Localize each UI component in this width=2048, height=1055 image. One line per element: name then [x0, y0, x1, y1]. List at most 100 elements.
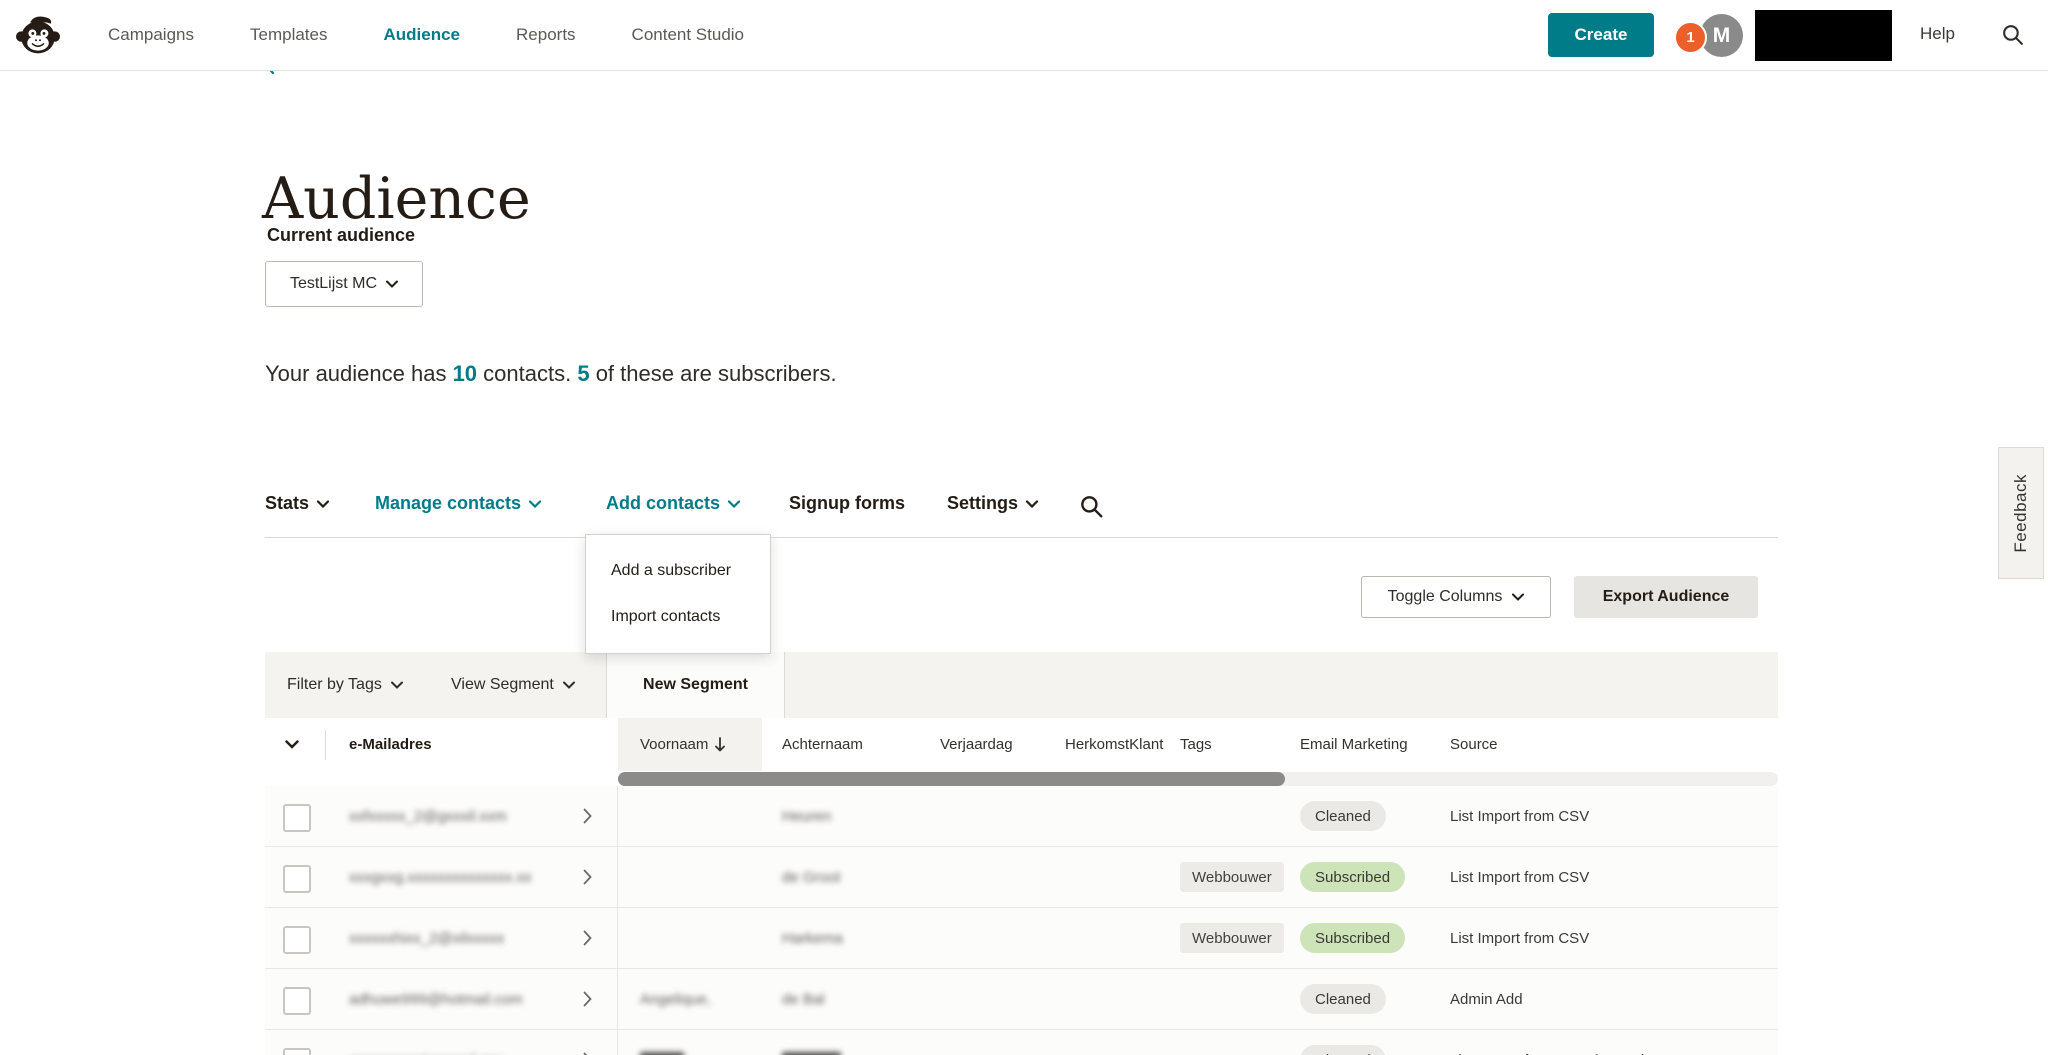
table-row: xxxxxxhixx_2@xilxxxxx Harkema Webbouwer …	[265, 908, 1778, 969]
feedback-label: Feedback	[2011, 473, 2030, 553]
chevron-down-icon	[728, 499, 741, 508]
table-row: xxxgxxg.xxxxxxxxxxxxxx.xx de Groot Webbo…	[265, 847, 1778, 908]
email-cell-redacted[interactable]: xxxxxxhixx_2@xilxxxxx	[349, 908, 504, 968]
redacted-account-name	[1755, 10, 1892, 61]
tab-stats[interactable]: Stats	[265, 493, 330, 514]
nav-item-templates[interactable]: Templates	[250, 25, 327, 45]
achternaam-cell-redacted: Harkema	[782, 929, 843, 947]
status-badge: Cleaned	[1300, 984, 1386, 1014]
chevron-right-icon[interactable]	[583, 969, 592, 1029]
chevron-down-icon	[1512, 593, 1525, 601]
help-link[interactable]: Help	[1920, 24, 1955, 44]
filter-by-tags-dropdown[interactable]: Filter by Tags	[287, 652, 403, 718]
tag-chip: Webbouwer	[1180, 862, 1284, 892]
row-checkbox[interactable]	[283, 987, 311, 1015]
status-badge: Subscribed	[1300, 923, 1406, 953]
summary-text: Your audience has	[265, 361, 453, 386]
toggle-columns-label: Toggle Columns	[1387, 588, 1503, 605]
column-header-achternaam[interactable]: Achternaam	[782, 718, 863, 771]
tab-add-contacts-label: Add contacts	[606, 493, 721, 513]
summary-text: contacts.	[477, 361, 578, 386]
tab-add-contacts[interactable]: Add contacts	[606, 493, 741, 514]
search-icon[interactable]	[2000, 22, 2025, 47]
nav-item-content-studio[interactable]: Content Studio	[632, 25, 744, 45]
tab-stats-label: Stats	[265, 493, 310, 513]
column-header-tags[interactable]: Tags	[1180, 718, 1212, 771]
email-marketing-cell: Cleaned	[1300, 786, 1386, 846]
audience-selector-dropdown[interactable]: TestLijst MC	[265, 261, 423, 307]
nav-item-campaigns[interactable]: Campaigns	[108, 25, 194, 45]
row-checkbox[interactable]	[283, 926, 311, 954]
contacts-table-body: xxfxxxxx_2@gxxxil.xxm Heuren Cleaned Lis…	[265, 786, 1778, 1055]
add-contacts-dropdown-menu: Add a subscriber Import contacts	[585, 534, 771, 654]
source-cell: List Import from CSV	[1450, 929, 1590, 947]
achternaam-cell-redacted: Heuren	[782, 807, 832, 825]
chevron-right-icon[interactable]	[583, 847, 592, 907]
horizontal-scrollbar-track[interactable]	[618, 772, 1778, 786]
toggle-columns-button[interactable]: Toggle Columns	[1361, 576, 1551, 618]
achternaam-cell-redacted: de Groot	[782, 868, 841, 886]
row-checkbox[interactable]	[283, 1048, 311, 1055]
subscribers-count: 5	[577, 361, 590, 386]
contacts-count: 10	[452, 361, 478, 386]
sort-descending-icon	[715, 737, 726, 752]
email-marketing-cell: Subscribed	[1300, 908, 1406, 968]
source-cell: List Import from CSV	[1450, 868, 1590, 886]
row-checkbox[interactable]	[283, 865, 311, 893]
table-search-icon[interactable]	[1078, 493, 1104, 519]
top-nav: Campaigns Templates Audience Reports Con…	[0, 0, 2048, 71]
achternaam-cell-redacted: xxxxxxx	[782, 1030, 841, 1055]
tab-settings-label: Settings	[947, 493, 1019, 513]
primary-nav: Campaigns Templates Audience Reports Con…	[108, 0, 744, 70]
chevron-right-icon[interactable]	[583, 786, 592, 846]
column-header-verjaardag[interactable]: Verjaardag	[940, 718, 1013, 771]
select-all-dropdown[interactable]	[285, 718, 299, 771]
menu-item-import-contacts[interactable]: Import contacts	[586, 594, 770, 640]
email-cell-redacted[interactable]: xxxgxxg.xxxxxxxxxxxxxx.xx	[349, 847, 532, 907]
tab-manage-contacts[interactable]: Manage contacts	[375, 493, 542, 514]
tab-manage-contacts-label: Manage contacts	[375, 493, 522, 513]
nav-item-reports[interactable]: Reports	[516, 25, 576, 45]
audience-page: Campaigns Templates Audience Reports Con…	[0, 0, 2048, 1055]
create-button[interactable]: Create	[1548, 13, 1654, 57]
chevron-down-icon	[529, 499, 542, 508]
chevron-right-icon[interactable]	[583, 1030, 592, 1055]
column-header-voornaam[interactable]: Voornaam	[640, 718, 726, 771]
view-segment-dropdown[interactable]: View Segment	[451, 652, 575, 718]
source-cell: List Import from Copy/Pasted	[1450, 1030, 1644, 1055]
email-cell-redacted[interactable]: xxfxxxxx_2@gxxxil.xxm	[349, 786, 507, 846]
export-audience-button[interactable]: Export Audience	[1574, 576, 1758, 618]
chevron-down-icon	[317, 499, 330, 508]
mailchimp-logo-icon[interactable]	[14, 11, 62, 59]
header-divider	[325, 730, 326, 760]
row-checkbox[interactable]	[283, 804, 311, 832]
column-header-email-marketing[interactable]: Email Marketing	[1300, 718, 1408, 771]
audience-summary: Your audience has 10 contacts. 5 of thes…	[265, 361, 837, 387]
voornaam-cell-redacted: xxxxx	[640, 1030, 684, 1055]
audience-tabs: Stats Manage contacts Add contacts Signu…	[0, 493, 2048, 521]
tabs-divider	[265, 537, 1778, 538]
current-audience-label: Current audience	[267, 225, 416, 245]
chevron-down-icon	[1026, 499, 1039, 508]
table-row: xxfxxxxx_2@gxxxil.xxm Heuren Cleaned Lis…	[265, 786, 1778, 847]
tags-cell: Webbouwer	[1180, 908, 1284, 968]
nav-item-audience[interactable]: Audience	[383, 25, 460, 45]
tab-signup-forms-label: Signup forms	[789, 493, 905, 513]
column-header-source[interactable]: Source	[1450, 718, 1498, 771]
feedback-tab[interactable]: Feedback	[1998, 447, 2044, 579]
horizontal-scrollbar-thumb[interactable]	[618, 772, 1285, 786]
chevron-right-icon[interactable]	[583, 908, 592, 968]
new-segment-button[interactable]: New Segment	[607, 652, 785, 718]
tab-settings[interactable]: Settings	[947, 493, 1039, 514]
menu-item-add-subscriber[interactable]: Add a subscriber	[586, 548, 770, 594]
email-cell-redacted[interactable]: adhuwe999@hotmail.com	[349, 969, 523, 1029]
chevron-down-icon	[285, 740, 299, 749]
email-marketing-cell: Subscribed	[1300, 847, 1406, 907]
status-badge: Cleaned	[1300, 1045, 1386, 1055]
tab-signup-forms[interactable]: Signup forms	[789, 493, 905, 514]
column-header-herkomstklant[interactable]: HerkomstKlant	[1065, 718, 1163, 771]
notification-badge[interactable]: 1	[1674, 21, 1707, 54]
column-header-email[interactable]: e-Mailadres	[349, 718, 432, 771]
view-segment-label: View Segment	[451, 676, 554, 693]
email-cell-redacted[interactable]: xxxxxxxxxxixxxxxxl.xxx	[349, 1030, 502, 1055]
